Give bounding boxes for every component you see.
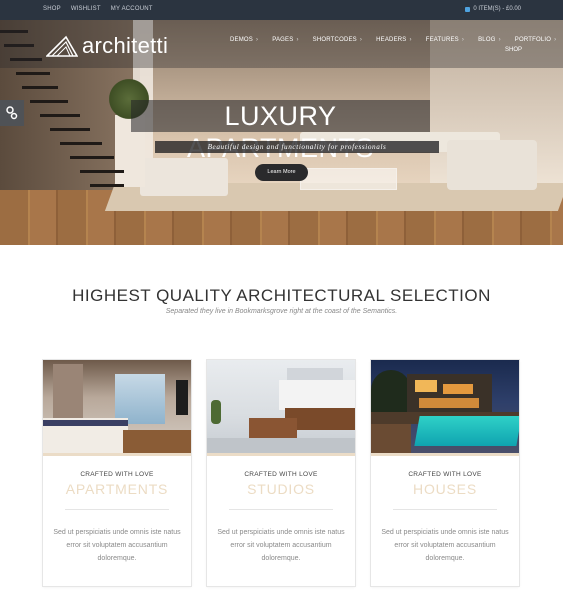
top-link-wishlist[interactable]: WISHLIST [71, 6, 101, 12]
nav-item-demos[interactable]: DEMOS › [230, 37, 258, 43]
cart-link[interactable]: 0 ITEM(S) - £0.00 [465, 6, 521, 12]
card-body: Sed ut perspiciatis unde omnis iste natu… [217, 529, 345, 562]
card-photo-house-pool[interactable] [371, 360, 519, 453]
chevron-right-icon: › [554, 37, 557, 43]
learn-more-button[interactable]: Learn More [255, 164, 308, 181]
card-houses[interactable]: CRAFTED WITH LOVE HOUSES Sed ut perspici… [371, 360, 519, 586]
nav-label: FEATURES [425, 37, 459, 43]
chevron-right-icon: › [461, 37, 465, 43]
card-photo-kitchen[interactable] [207, 360, 355, 453]
nav-label: BLOG [478, 37, 496, 43]
main-nav: DEMOS › PAGES › SHORTCODES › HEADERS › F… [230, 37, 563, 43]
card-title[interactable]: STUDIOS [207, 481, 355, 497]
chevron-right-icon: › [256, 37, 259, 43]
top-bar: SHOP WISHLIST MY ACCOUNT 0 ITEM(S) - £0.… [0, 0, 563, 20]
hero-title: LUXURY APARTMENTS [131, 100, 430, 163]
card-kicker: CRAFTED WITH LOVE [80, 471, 154, 478]
hero-subtitle: Beautiful design and functionality for p… [155, 141, 439, 153]
top-link-my-account[interactable]: MY ACCOUNT [111, 6, 153, 12]
card-title[interactable]: HOUSES [371, 481, 519, 497]
chevron-right-icon: › [498, 37, 501, 43]
nav-label: HEADERS [376, 37, 407, 43]
card-accent-bar [43, 453, 191, 456]
card-photo-bedroom[interactable] [43, 360, 191, 453]
chevron-right-icon: › [359, 37, 363, 43]
card-divider [393, 509, 497, 510]
nav-label: PAGES [272, 37, 294, 43]
section-title: HIGHEST QUALITY ARCHITECTURAL SELECTION [72, 286, 491, 305]
brand-name: architetti [82, 33, 169, 58]
nav-item-pages[interactable]: PAGES › [272, 37, 298, 43]
nav-label: DEMOS [230, 37, 254, 43]
card-kicker: CRAFTED WITH LOVE [244, 471, 318, 478]
shopping-bag-icon [465, 6, 471, 12]
top-links: SHOP WISHLIST MY ACCOUNT [43, 6, 153, 12]
card-body: Sed ut perspiciatis unde omnis iste natu… [53, 529, 181, 562]
card-title[interactable]: APARTMENTS [43, 481, 191, 497]
nav-item-shortcodes[interactable]: SHORTCODES › [313, 37, 362, 43]
card-divider [65, 509, 169, 510]
card-studios[interactable]: CRAFTED WITH LOVE STUDIOS Sed ut perspic… [207, 360, 355, 586]
card-accent-bar [207, 453, 355, 456]
nav-item-blog[interactable]: BLOG › [478, 37, 501, 43]
chevron-right-icon: › [409, 37, 412, 43]
nav-label: SHORTCODES [312, 37, 357, 43]
nav-label: PORTFOLIO [514, 37, 552, 43]
hero-coffee-table [300, 168, 397, 190]
chevron-right-icon: › [296, 37, 299, 43]
card-body: Sed ut perspiciatis unde omnis iste natu… [381, 529, 509, 562]
settings-side-tab[interactable] [0, 100, 24, 126]
card-kicker: CRAFTED WITH LOVE [408, 471, 482, 478]
cart-summary: 0 ITEM(S) - £0.00 [473, 6, 521, 12]
card-apartments[interactable]: CRAFTED WITH LOVE APARTMENTS Sed ut pers… [43, 360, 191, 586]
card-accent-bar [371, 453, 519, 456]
top-link-shop[interactable]: SHOP [43, 6, 61, 12]
nav-item-shop[interactable]: SHOP [505, 47, 522, 53]
nav-item-headers[interactable]: HEADERS › [376, 37, 412, 43]
hero-sofa [447, 140, 537, 190]
nav-item-features[interactable]: FEATURES › [426, 37, 464, 43]
card-divider [229, 509, 333, 510]
section-subtitle: Separated they live in Bookmarksgrove ri… [165, 308, 398, 315]
nav-item-portfolio[interactable]: PORTFOLIO › [515, 37, 557, 43]
triangle-roof-logo-icon [46, 35, 78, 57]
gears-icon [6, 106, 18, 120]
site-logo[interactable]: architetti [46, 33, 168, 59]
